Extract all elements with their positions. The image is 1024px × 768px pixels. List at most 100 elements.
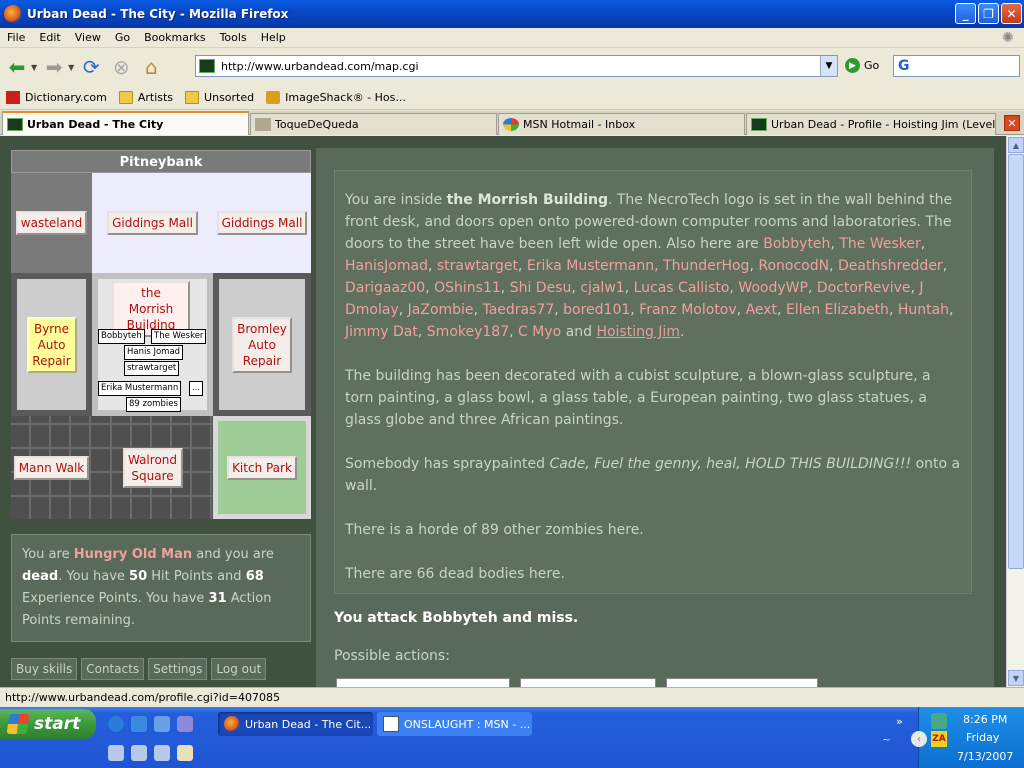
taskbar-firefox-window[interactable]: Urban Dead - The Cit... xyxy=(218,712,373,736)
move-walrond-square-button[interactable]: Walrond Square xyxy=(122,447,183,488)
quicklaunch-icon[interactable] xyxy=(154,745,170,761)
menu-tools[interactable]: Tools xyxy=(213,31,254,44)
player-link[interactable]: RonocodN xyxy=(758,258,829,274)
tab-urban-dead-city[interactable]: Urban Dead - The City xyxy=(2,111,249,135)
menu-edit[interactable]: Edit xyxy=(32,31,67,44)
menu-view[interactable]: View xyxy=(68,31,108,44)
contacts-link[interactable]: Contacts xyxy=(81,658,145,680)
forward-icon[interactable]: ➡ xyxy=(41,54,67,80)
ie-icon[interactable] xyxy=(108,716,124,732)
back-icon[interactable]: ⬅ xyxy=(4,54,30,80)
player-link[interactable]: OShins11 xyxy=(434,280,501,296)
buy-skills-link[interactable]: Buy skills xyxy=(11,658,78,680)
quicklaunch-icon[interactable] xyxy=(131,745,147,761)
character-name[interactable]: Hungry Old Man xyxy=(74,547,192,562)
minimize-button[interactable]: _ xyxy=(955,3,976,24)
player-link[interactable]: strawtarget xyxy=(437,258,518,274)
url-dropdown-icon[interactable]: ▼ xyxy=(820,56,837,76)
player-link[interactable]: Taedras77 xyxy=(482,302,554,318)
scroll-up-icon[interactable]: ▲ xyxy=(1008,137,1024,153)
player-link[interactable]: Erika Mustermann xyxy=(527,258,654,274)
close-tab-icon[interactable]: ✕ xyxy=(1004,115,1020,131)
survivor-tag[interactable]: Bobbyteh xyxy=(98,329,145,344)
start-button[interactable]: start xyxy=(0,709,96,739)
survivor-tag[interactable]: Hanis Jomad xyxy=(124,345,184,360)
scroll-thumb[interactable] xyxy=(1008,154,1024,569)
tray-expand-icon[interactable]: ‹ xyxy=(911,731,927,747)
taskbar-msn-window[interactable]: ONSLAUGHT : MSN - ... xyxy=(377,712,532,736)
player-link[interactable]: bored101 xyxy=(563,302,630,318)
action-button[interactable] xyxy=(336,678,510,687)
player-link[interactable]: Huntah xyxy=(898,302,949,318)
tab-urban-dead-profile[interactable]: Urban Dead - Profile - Hoisting Jim (Lev… xyxy=(746,113,996,135)
bookmark-artists[interactable]: Artists xyxy=(118,91,173,104)
player-link[interactable]: Ellen Elizabeth xyxy=(786,302,889,318)
page-scrollbar[interactable]: ▲ ▼ xyxy=(1006,136,1024,687)
move-mann-walk-button[interactable]: Mann Walk xyxy=(13,455,90,480)
player-link[interactable]: Franz Molotov xyxy=(639,302,736,318)
menu-file[interactable]: File xyxy=(0,31,32,44)
tab-msn-hotmail[interactable]: MSN Hotmail - Inbox xyxy=(498,113,745,135)
zonealarm-icon[interactable]: ZA xyxy=(931,731,947,747)
player-link[interactable]: Shi Desu xyxy=(510,280,572,296)
bookmark-imageshack[interactable]: ImageShack® - Hos... xyxy=(266,91,406,104)
quicklaunch-icon[interactable] xyxy=(108,745,124,761)
player-link[interactable]: Deathshredder xyxy=(838,258,943,274)
maximize-button[interactable]: ❐ xyxy=(978,3,999,24)
player-link[interactable]: Jimmy Dat xyxy=(345,324,418,340)
move-wasteland-button[interactable]: wasteland xyxy=(15,211,88,235)
stop-icon[interactable]: ⊗ xyxy=(108,54,134,80)
quicklaunch-icon[interactable] xyxy=(177,745,193,761)
player-link[interactable]: Darigaaz00 xyxy=(345,280,425,296)
show-desktop-icon[interactable] xyxy=(154,716,170,732)
move-bromley-auto-repair-button[interactable]: Bromley Auto Repair xyxy=(232,316,292,373)
action-button[interactable] xyxy=(666,678,818,687)
survivor-tag[interactable]: The Wesker xyxy=(151,329,207,344)
move-byrne-auto-repair-button[interactable]: Byrne Auto Repair xyxy=(26,316,77,373)
scroll-down-icon[interactable]: ▼ xyxy=(1008,670,1024,686)
player-link[interactable]: JaZombie xyxy=(408,302,474,318)
go-button[interactable]: ▶ Go xyxy=(845,58,879,73)
clock-time[interactable]: 8:26 PM xyxy=(963,713,1007,726)
taskbar-overflow-icon[interactable]: » xyxy=(896,715,903,728)
network-icon[interactable] xyxy=(931,713,947,729)
menu-help[interactable]: Help xyxy=(254,31,293,44)
player-link[interactable]: WoodyWP xyxy=(738,280,808,296)
player-link[interactable]: cjalw1 xyxy=(580,280,624,296)
player-link[interactable]: The Wesker xyxy=(839,236,920,252)
log-out-link[interactable]: Log out xyxy=(211,658,267,680)
player-link[interactable]: Lucas Callisto xyxy=(634,280,730,296)
player-link[interactable]: Aext xyxy=(746,302,777,318)
move-giddings-mall-button[interactable]: Giddings Mall xyxy=(216,211,308,235)
search-box[interactable]: G xyxy=(893,55,1020,77)
move-kitch-park-button[interactable]: Kitch Park xyxy=(227,455,297,480)
player-link[interactable]: Smokey187 xyxy=(427,324,509,340)
bookmark-dictionary[interactable]: Dictionary.com xyxy=(6,91,107,104)
player-link[interactable]: Hoisting Jim xyxy=(596,324,680,340)
more-tag[interactable]: ... xyxy=(189,381,204,396)
quicklaunch-icon[interactable] xyxy=(177,716,193,732)
reload-icon[interactable]: ⟳ xyxy=(78,54,104,80)
player-link[interactable]: DoctorRevive xyxy=(817,280,911,296)
action-button[interactable] xyxy=(520,678,656,687)
back-dropdown-icon[interactable]: ▼ xyxy=(31,63,37,72)
tab-toquedequeda[interactable]: ToqueDeQueda xyxy=(250,113,497,135)
settings-link[interactable]: Settings xyxy=(148,658,208,680)
survivor-tag[interactable]: strawtarget xyxy=(124,361,180,376)
menu-go[interactable]: Go xyxy=(108,31,137,44)
move-giddings-mall-button[interactable]: Giddings Mall xyxy=(107,211,198,235)
url-input[interactable] xyxy=(221,59,821,73)
close-button[interactable]: ✕ xyxy=(1001,3,1022,24)
menu-bookmarks[interactable]: Bookmarks xyxy=(137,31,212,44)
taskbar-toolbar-toggle-icon[interactable]: ~ xyxy=(882,733,891,746)
home-icon[interactable]: ⌂ xyxy=(138,54,164,80)
outlook-icon[interactable] xyxy=(131,716,147,732)
player-link[interactable]: ThunderHog xyxy=(663,258,749,274)
player-link[interactable]: C Myo xyxy=(518,324,561,340)
player-link[interactable]: Bobbyteh xyxy=(763,236,830,252)
player-link[interactable]: HanisJomad xyxy=(345,258,428,274)
address-bar[interactable]: ▼ xyxy=(195,55,838,77)
survivor-tag[interactable]: Erika Mustermann xyxy=(98,381,182,396)
bookmark-unsorted[interactable]: Unsorted xyxy=(185,91,254,104)
forward-dropdown-icon[interactable]: ▼ xyxy=(68,63,74,72)
